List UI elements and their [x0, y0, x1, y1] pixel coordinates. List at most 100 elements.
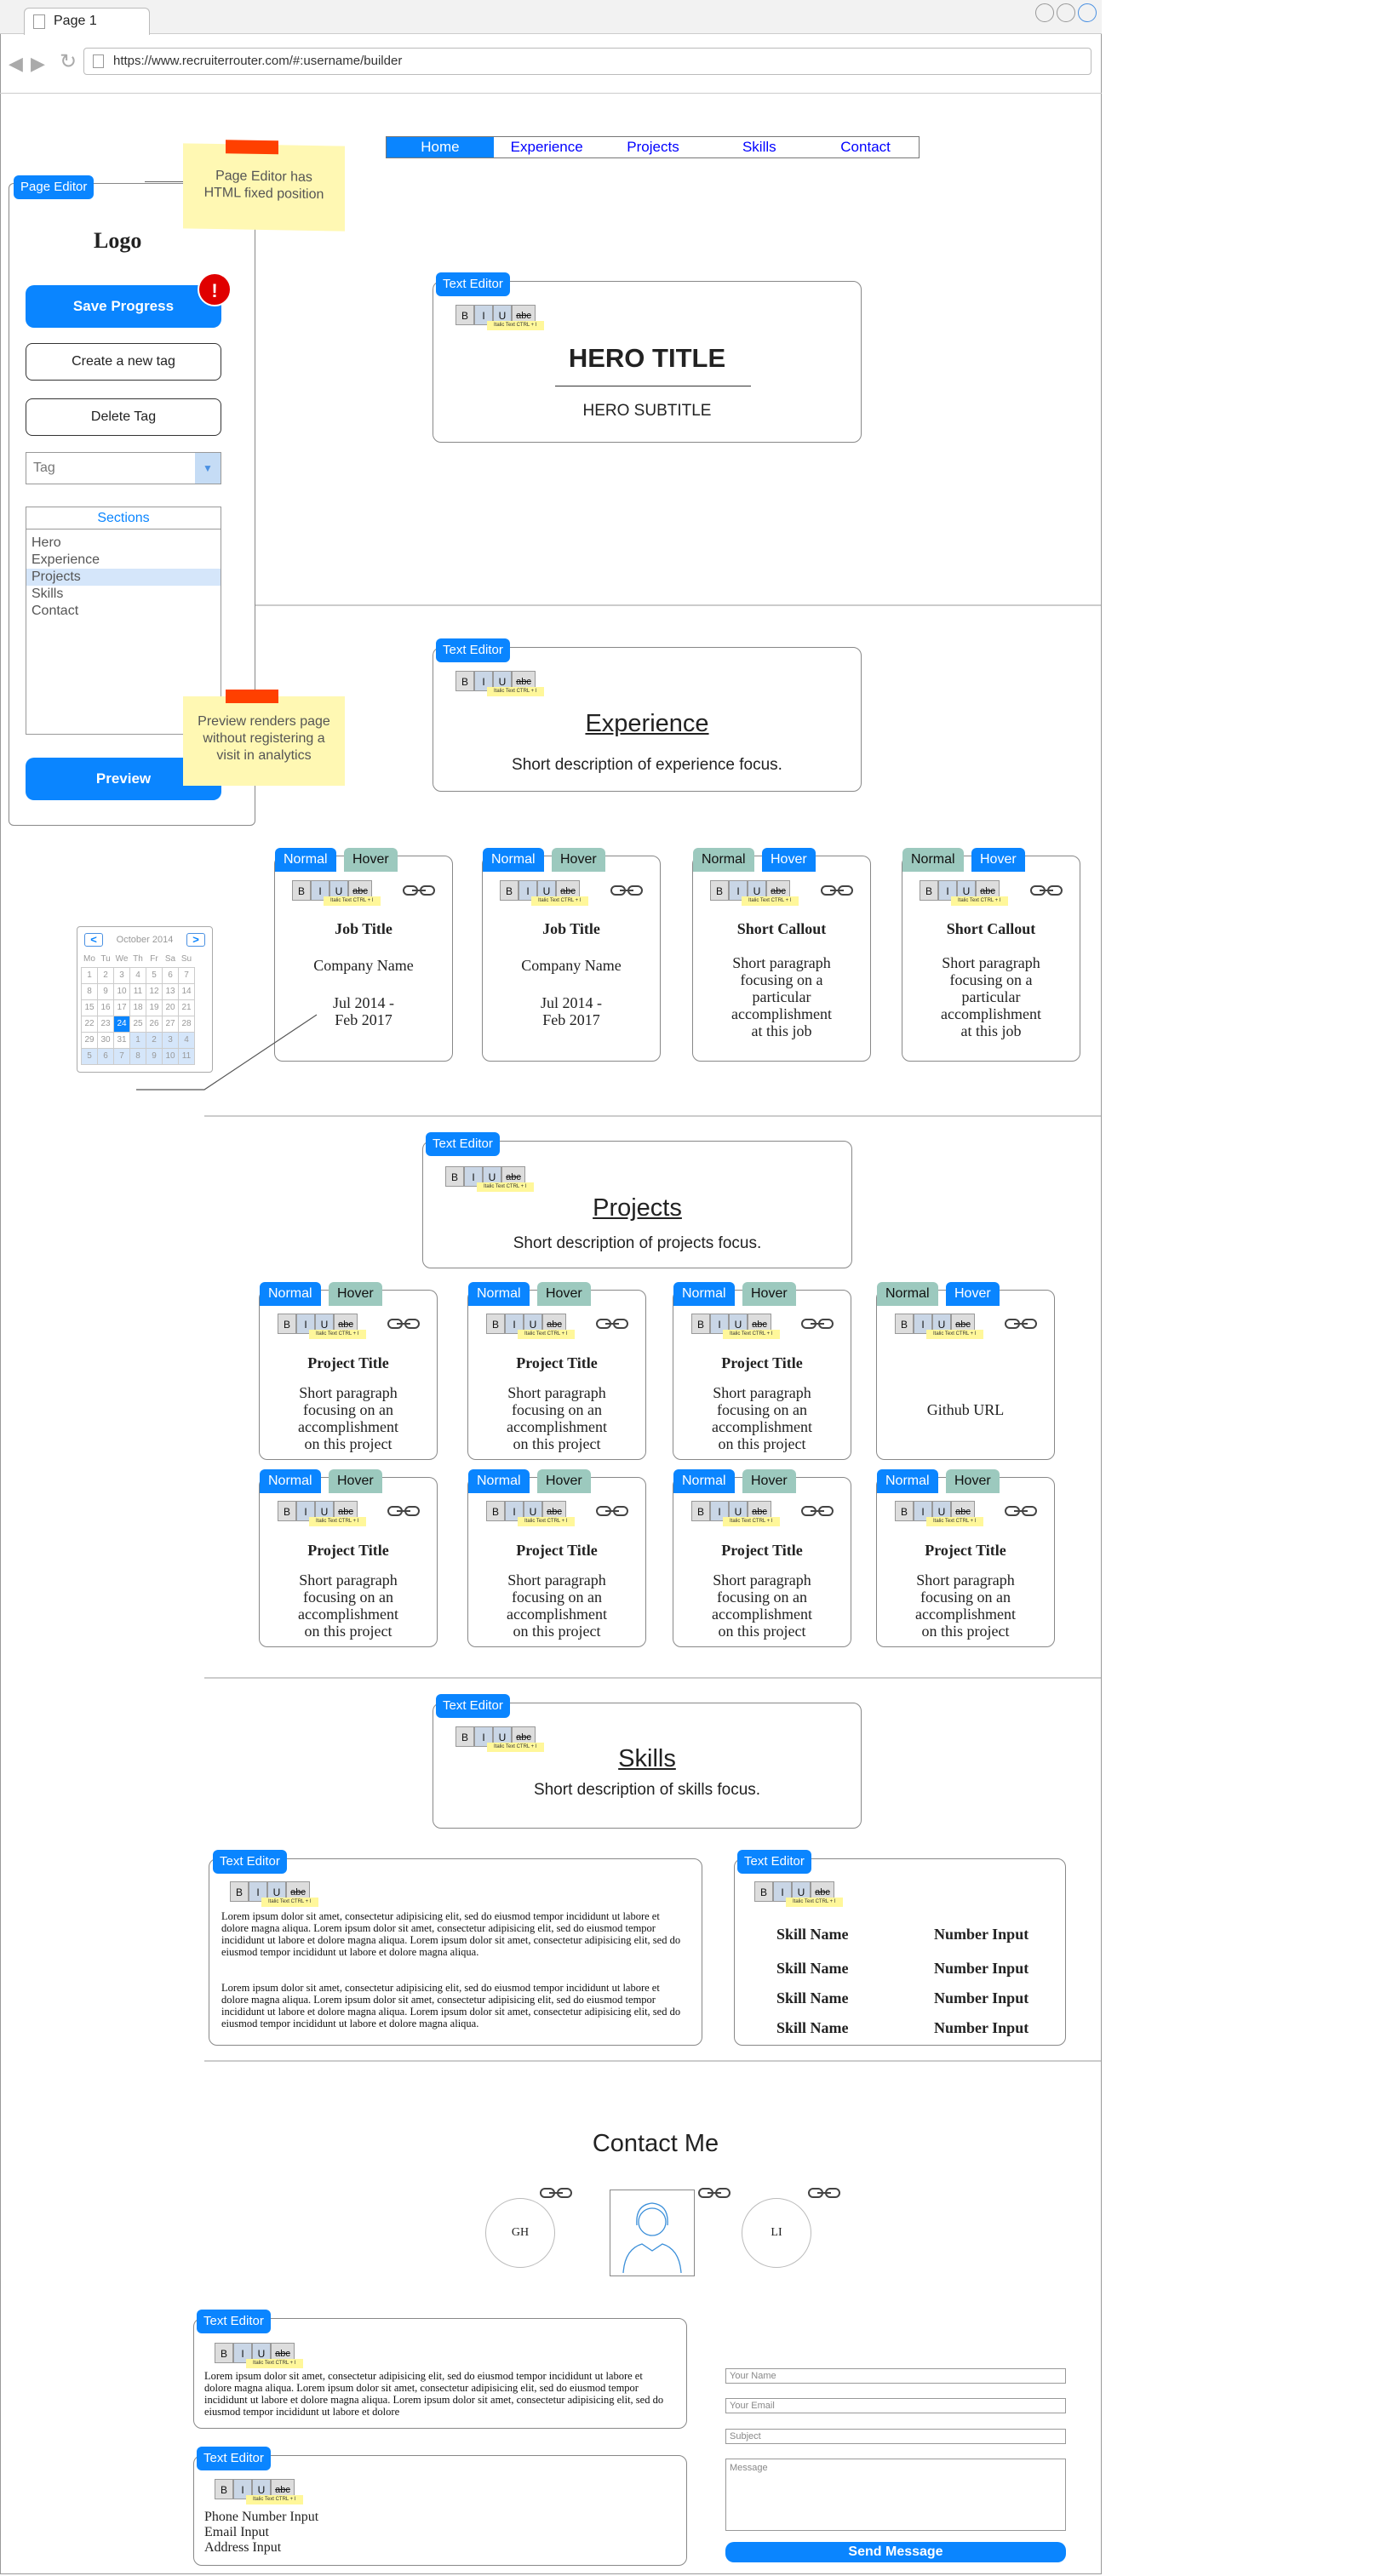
avatar-image[interactable]: [610, 2190, 695, 2276]
browser-tab[interactable]: Page 1: [24, 8, 150, 35]
calendar-day[interactable]: 6: [162, 966, 179, 984]
contact-paragraph[interactable]: Lorem ipsum dolor sit amet, consectetur …: [204, 2370, 664, 2426]
nav-contact[interactable]: Contact: [812, 137, 919, 157]
link-icon[interactable]: [821, 884, 853, 897]
section-item-contact[interactable]: Contact: [26, 603, 221, 620]
bold-button[interactable]: B: [215, 2343, 233, 2363]
address-field[interactable]: Address Input: [204, 2540, 281, 2556]
experience-desc[interactable]: Short description of experience focus.: [433, 756, 862, 775]
normal-tab[interactable]: Normal: [483, 848, 544, 872]
calendar-day[interactable]: 1: [81, 966, 98, 984]
calendar-day[interactable]: 2: [97, 966, 114, 984]
send-message-button[interactable]: Send Message: [725, 2542, 1066, 2562]
contact-title[interactable]: Contact Me: [528, 2130, 783, 2158]
address-bar[interactable]: https://www.recruiterrouter.com/#:userna…: [83, 48, 1091, 75]
bold-button[interactable]: B: [455, 1726, 474, 1747]
bold-button[interactable]: B: [455, 305, 474, 325]
nav-skills[interactable]: Skills: [706, 137, 812, 157]
link-icon[interactable]: [596, 1504, 628, 1518]
link-icon[interactable]: [387, 1504, 420, 1518]
link-icon[interactable]: [801, 1504, 834, 1518]
forward-icon[interactable]: ▶: [31, 53, 45, 75]
section-item-projects[interactable]: Projects: [26, 569, 221, 586]
normal-tab[interactable]: Normal: [902, 848, 964, 872]
chevron-down-icon[interactable]: ▼: [195, 453, 221, 484]
calendar-day[interactable]: 23: [97, 1015, 114, 1033]
bold-button[interactable]: B: [895, 1314, 914, 1334]
skills-paragraph[interactable]: Lorem ipsum dolor sit amet, consectetur …: [221, 1910, 681, 1958]
minimize-icon[interactable]: [1035, 3, 1054, 22]
skills-title[interactable]: Skills: [433, 1745, 862, 1773]
tag-select[interactable]: Tag ▼: [26, 452, 221, 484]
bold-button[interactable]: B: [230, 1881, 249, 1902]
skills-paragraph[interactable]: Lorem ipsum dolor sit amet, consectetur …: [221, 1982, 681, 2029]
back-icon[interactable]: ◀: [9, 53, 23, 75]
normal-tab[interactable]: Normal: [693, 848, 754, 872]
calendar-day[interactable]: 7: [178, 966, 195, 984]
calendar-day[interactable]: 31: [113, 1031, 130, 1049]
bold-button[interactable]: B: [500, 880, 519, 901]
bold-button[interactable]: B: [215, 2479, 233, 2499]
linkedin-avatar[interactable]: LI: [742, 2198, 811, 2268]
calendar-day[interactable]: 16: [97, 999, 114, 1016]
hover-tab[interactable]: Hover: [552, 848, 605, 872]
hover-tab[interactable]: Hover: [537, 1282, 591, 1306]
link-icon[interactable]: [698, 2186, 731, 2200]
message-input[interactable]: Message: [725, 2459, 1066, 2531]
calendar-day[interactable]: 5: [146, 966, 163, 984]
bold-button[interactable]: B: [455, 671, 474, 691]
name-input[interactable]: Your Name: [725, 2368, 1066, 2384]
skill-number-input[interactable]: Number Input: [934, 1926, 1028, 1943]
email-input[interactable]: Your Email: [725, 2398, 1066, 2413]
hover-tab[interactable]: Hover: [344, 848, 398, 872]
bold-button[interactable]: B: [278, 1314, 296, 1334]
hover-tab[interactable]: Hover: [537, 1469, 591, 1493]
link-icon[interactable]: [808, 2186, 840, 2200]
nav-home[interactable]: Home: [387, 137, 494, 157]
link-icon[interactable]: [1005, 1504, 1037, 1518]
email-info-field[interactable]: Email Input: [204, 2525, 269, 2540]
skill-name[interactable]: Skill Name: [776, 1989, 849, 2007]
calendar-day[interactable]: 17: [113, 999, 130, 1016]
subject-input[interactable]: Subject: [725, 2429, 1066, 2444]
calendar-day[interactable]: 11: [129, 982, 146, 1000]
link-icon[interactable]: [403, 884, 435, 897]
hero-title[interactable]: HERO TITLE: [433, 343, 862, 374]
bold-button[interactable]: B: [445, 1166, 464, 1187]
link-icon[interactable]: [540, 2186, 572, 2200]
reload-icon[interactable]: ↻: [60, 49, 77, 74]
normal-tab[interactable]: Normal: [260, 1469, 321, 1493]
section-item-experience[interactable]: Experience: [26, 552, 221, 569]
normal-tab[interactable]: Normal: [877, 1282, 938, 1306]
bold-button[interactable]: B: [486, 1501, 505, 1521]
calendar-day[interactable]: 14: [178, 982, 195, 1000]
section-item-skills[interactable]: Skills: [26, 586, 221, 603]
normal-tab[interactable]: Normal: [275, 848, 336, 872]
next-month-button[interactable]: >: [186, 933, 205, 947]
calendar-day[interactable]: 13: [162, 982, 179, 1000]
calendar-day[interactable]: 8: [81, 982, 98, 1000]
skill-number-input[interactable]: Number Input: [934, 1989, 1028, 2007]
calendar-day[interactable]: 24: [113, 1015, 130, 1033]
hover-tab[interactable]: Hover: [946, 1282, 1000, 1306]
bold-button[interactable]: B: [754, 1881, 773, 1902]
skill-name[interactable]: Skill Name: [776, 2019, 849, 2037]
bold-button[interactable]: B: [895, 1501, 914, 1521]
bold-button[interactable]: B: [691, 1314, 710, 1334]
skills-desc[interactable]: Short description of skills focus.: [433, 1781, 862, 1800]
save-progress-button[interactable]: Save Progress: [26, 285, 221, 328]
skill-name[interactable]: Skill Name: [776, 1926, 849, 1943]
link-icon[interactable]: [596, 1317, 628, 1331]
calendar-day[interactable]: 6: [97, 1047, 114, 1065]
calendar-day[interactable]: 30: [97, 1031, 114, 1049]
normal-tab[interactable]: Normal: [468, 1469, 530, 1493]
hover-tab[interactable]: Hover: [742, 1469, 796, 1493]
nav-projects[interactable]: Projects: [600, 137, 707, 157]
github-avatar[interactable]: GH: [485, 2198, 555, 2268]
projects-title[interactable]: Projects: [422, 1194, 852, 1222]
section-item-hero[interactable]: Hero: [26, 535, 221, 552]
calendar-day[interactable]: 12: [146, 982, 163, 1000]
calendar-day[interactable]: 9: [97, 982, 114, 1000]
hero-subtitle[interactable]: HERO SUBTITLE: [433, 402, 862, 421]
bold-button[interactable]: B: [920, 880, 938, 901]
